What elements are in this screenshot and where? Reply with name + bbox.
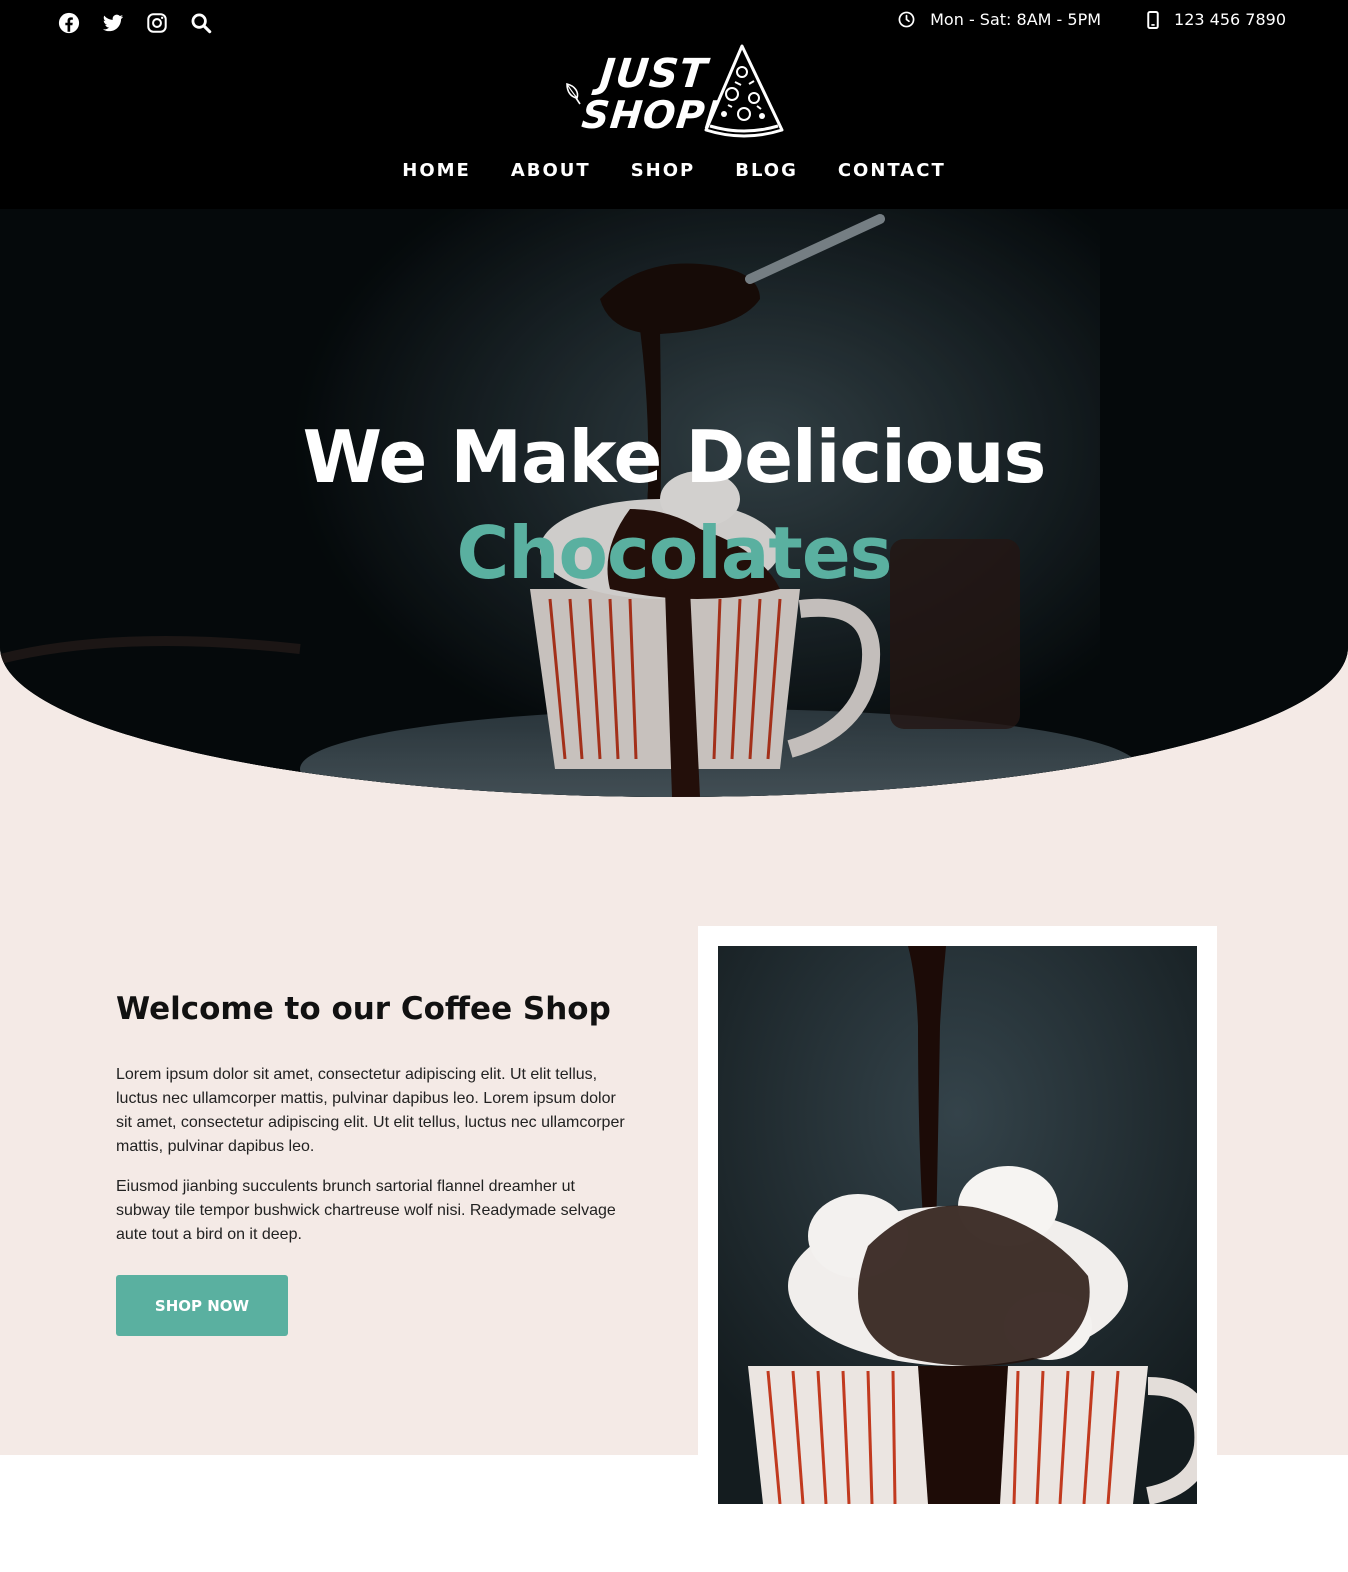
phone-contact[interactable]: 123 456 7890 — [1147, 10, 1286, 29]
business-hours: Mon - Sat: 8AM - 5PM — [898, 10, 1101, 29]
contact-info: Mon - Sat: 8AM - 5PM 123 456 7890 — [898, 10, 1286, 29]
photo-frame — [698, 926, 1217, 1524]
phone-number[interactable]: 123 456 7890 — [1174, 10, 1286, 29]
hero-banner: We Make Delicious Chocolates — [0, 209, 1348, 797]
clock-icon — [898, 11, 915, 28]
hot-chocolate-image — [718, 946, 1197, 1504]
leaf-icon — [566, 82, 581, 105]
social-links — [58, 12, 212, 34]
facebook-icon[interactable] — [58, 12, 80, 34]
welcome-heading: Welcome to our Coffee Shop — [116, 991, 611, 1027]
search-icon[interactable] — [190, 12, 212, 34]
nav-shop[interactable]: SHOP — [631, 160, 696, 181]
nav-blog[interactable]: BLOG — [735, 160, 798, 181]
nav-about[interactable]: ABOUT — [511, 160, 591, 181]
nav-home[interactable]: HOME — [402, 160, 471, 181]
welcome-paragraph-1: Lorem ipsum dolor sit amet, consectetur … — [116, 1066, 625, 1155]
main-nav: HOME ABOUT SHOP BLOG CONTACT — [0, 160, 1348, 181]
instagram-icon[interactable] — [146, 12, 168, 34]
twitter-icon[interactable] — [102, 12, 124, 34]
site-header: Mon - Sat: 8AM - 5PM 123 456 7890 JUST S… — [0, 0, 1348, 209]
shop-now-button[interactable]: SHOP NOW — [116, 1275, 288, 1336]
site-logo[interactable]: JUST SHOPPE — [560, 40, 790, 142]
hours-text: Mon - Sat: 8AM - 5PM — [930, 10, 1102, 29]
phone-icon — [1147, 10, 1159, 29]
hero-accent-title: Chocolates — [456, 511, 892, 595]
hero-title: We Make Delicious — [302, 415, 1047, 499]
pizza-slice-icon — [704, 44, 784, 138]
welcome-paragraph-2: Eiusmod jianbing succulents brunch sarto… — [116, 1178, 616, 1243]
nav-contact[interactable]: CONTACT — [838, 160, 946, 181]
logo-text-line1: JUST — [597, 51, 710, 97]
